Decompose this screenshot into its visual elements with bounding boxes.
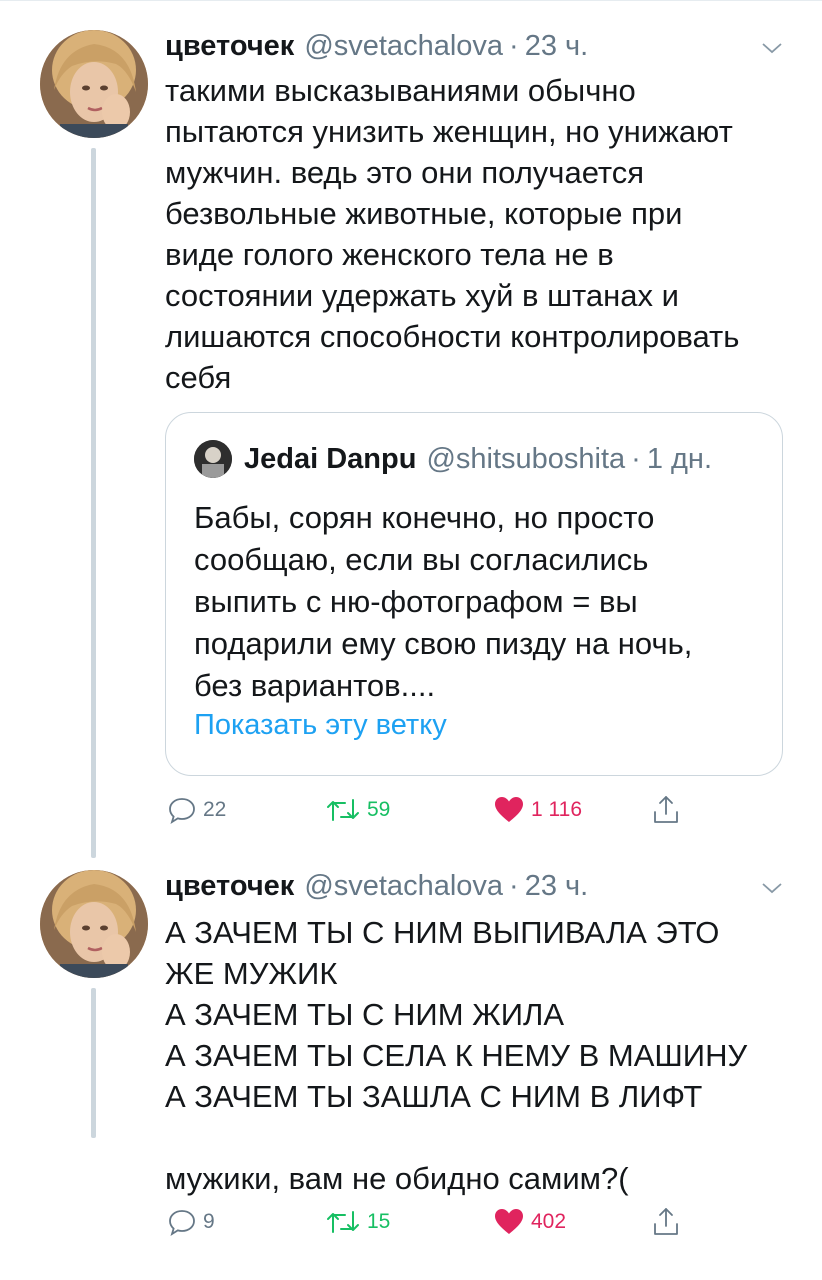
tweet-header: цветочек @svetachalova · 23 ч. xyxy=(165,866,792,906)
tweet[interactable]: цветочек @svetachalova · 23 ч. А ЗАЧЕМ Т… xyxy=(0,850,822,1280)
author-name[interactable]: цветочек xyxy=(165,866,294,906)
show-thread-link[interactable]: Показать эту ветку xyxy=(194,709,447,742)
quoted-timestamp: 1 дн. xyxy=(646,442,713,475)
retweet-count: 15 xyxy=(367,1210,391,1233)
timestamp[interactable]: 23 ч. xyxy=(525,866,588,906)
reply-icon xyxy=(167,795,197,825)
retweet-icon xyxy=(325,1207,361,1237)
tweet-text: А ЗАЧЕМ ТЫ С НИМ ВЫПИВАЛА ЭТО ЖЕ МУЖИК А… xyxy=(165,915,748,1196)
chevron-down-icon[interactable] xyxy=(760,876,784,900)
quoted-tweet-text: Бабы, сорян конечно, но просто сообщаю, … xyxy=(194,500,693,703)
reply-button[interactable]: 22 xyxy=(167,790,226,830)
avatar[interactable] xyxy=(40,30,148,138)
quoted-tweet[interactable]: Jedai Danpu @shitsuboshita · 1 дн. Бабы,… xyxy=(165,412,783,776)
reply-count: 9 xyxy=(203,1210,215,1233)
like-button[interactable]: 1 116 xyxy=(493,790,582,830)
share-icon xyxy=(651,1206,681,1238)
retweet-button[interactable]: 15 xyxy=(325,1202,390,1242)
separator: · xyxy=(509,870,519,902)
share-icon xyxy=(651,794,681,826)
separator: · xyxy=(631,442,641,475)
reply-button[interactable]: 9 xyxy=(167,1202,215,1242)
chevron-down-icon[interactable] xyxy=(760,36,784,60)
avatar[interactable] xyxy=(40,870,148,978)
like-count: 1 116 xyxy=(531,798,582,821)
share-button[interactable] xyxy=(651,790,681,830)
retweet-icon xyxy=(325,795,361,825)
heart-icon xyxy=(493,1207,525,1237)
author-handle[interactable]: @svetachalova xyxy=(304,866,503,906)
author-handle[interactable]: @svetachalova xyxy=(304,26,503,66)
thread-line xyxy=(91,148,96,858)
avatar xyxy=(194,440,232,478)
thread-line xyxy=(91,988,96,1138)
like-count: 402 xyxy=(531,1210,567,1233)
reply-icon xyxy=(167,1207,197,1237)
reply-count: 22 xyxy=(203,798,227,821)
author-name[interactable]: цветочек xyxy=(165,26,294,66)
retweet-count: 59 xyxy=(367,798,391,821)
quoted-author-name: Jedai Danpu xyxy=(244,442,417,475)
timestamp[interactable]: 23 ч. xyxy=(525,26,588,66)
retweet-button[interactable]: 59 xyxy=(325,790,390,830)
like-button[interactable]: 402 xyxy=(493,1202,566,1242)
tweet[interactable]: цветочек @svetachalova · 23 ч. такими вы… xyxy=(0,0,822,858)
quoted-author-handle: @shitsuboshita xyxy=(426,442,626,475)
share-button[interactable] xyxy=(651,1202,681,1242)
tweet-actions: 9 15 402 xyxy=(165,1202,785,1242)
tweet-actions: 22 59 1 116 xyxy=(165,790,785,830)
tweet-text: такими высказываниями обычно пытаются ун… xyxy=(165,73,740,395)
heart-icon xyxy=(493,795,525,825)
separator: · xyxy=(509,30,519,62)
quoted-tweet-header: Jedai Danpu @shitsuboshita · 1 дн. xyxy=(194,439,762,479)
tweet-header: цветочек @svetachalova · 23 ч. xyxy=(165,26,792,66)
